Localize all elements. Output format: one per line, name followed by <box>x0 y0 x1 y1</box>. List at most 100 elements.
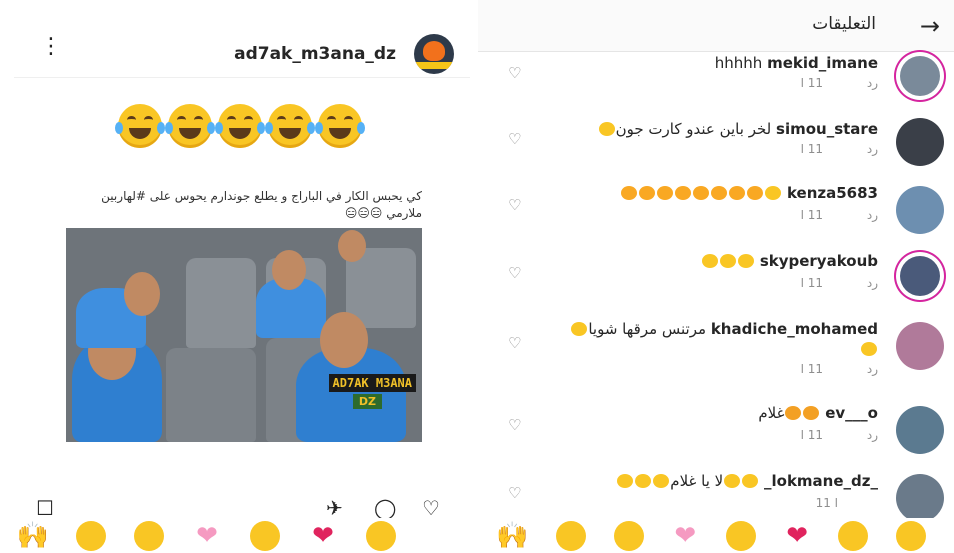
comment-like-heart-icon[interactable]: ♡ <box>508 484 521 502</box>
post-username[interactable]: ad7ak_m3ana_dz <box>234 44 396 64</box>
comment-like-heart-icon[interactable]: ♡ <box>508 416 521 434</box>
comment-like-heart-icon[interactable]: ♡ <box>508 196 521 214</box>
comment-item: ♡ skyperyakoub رد 11 ا <box>478 250 954 310</box>
commenter-avatar[interactable] <box>896 52 944 100</box>
comment-meta: رد 11 ا <box>761 142 878 156</box>
sparkling-heart-icon[interactable]: ❤ <box>672 519 698 553</box>
grin-icon[interactable] <box>896 519 926 553</box>
watermark-label: AD7AK M3ANA <box>328 374 416 392</box>
unamused-icon[interactable] <box>614 519 645 553</box>
tongue-emoji-icon <box>621 186 638 200</box>
commenter-avatar[interactable] <box>896 186 944 234</box>
commenter-avatar[interactable] <box>896 406 944 454</box>
grin-emoji-icon <box>861 342 877 356</box>
post-panel: ⋮ ad7ak_m3ana_dz كي يحبس الكار في البارا… <box>0 0 476 553</box>
bookmark-icon[interactable]: ☐ <box>36 498 54 518</box>
grin-emoji-icon <box>720 254 737 268</box>
grin-emoji-icon <box>724 474 741 488</box>
comment-text: مرتنس مرقها شويا khadiche_mohamed <box>570 320 878 338</box>
comment-item: ♡ مرتنس مرقها شويا khadiche_mohamed رد 1… <box>478 318 954 388</box>
grin-emoji-icon <box>617 474 634 488</box>
seat-shape <box>186 258 256 348</box>
reply-link[interactable]: رد <box>867 428 878 442</box>
comment-username[interactable]: _lokmane_dz_ <box>764 472 878 490</box>
commenter-avatar[interactable] <box>896 474 944 522</box>
comment-time: 11 ا <box>800 208 824 222</box>
arrow-right-icon[interactable]: → <box>920 12 940 40</box>
like-heart-icon[interactable]: ♡ <box>422 498 440 518</box>
comment-like-heart-icon[interactable]: ♡ <box>508 334 521 352</box>
comment-body: لخر باين عندو كارت جون <box>615 120 772 138</box>
seat-shape <box>166 348 256 442</box>
comment-meta: رد 11 ا <box>761 428 878 442</box>
comment-item: ♡ لخر باين عندو كارت جون simou_stare رد … <box>478 118 954 178</box>
raised-hands-icon[interactable]: 🙌 <box>496 519 528 553</box>
reply-link[interactable]: رد <box>867 76 878 90</box>
raised-hands-icon[interactable]: 🙌 <box>16 519 50 553</box>
comment-time: 11 ا <box>800 276 824 290</box>
comment-username[interactable]: simou_stare <box>776 120 878 138</box>
tongue-emoji-icon <box>675 186 692 200</box>
red-heart-icon[interactable]: ❤ <box>784 519 810 553</box>
joy-emoji-icon <box>215 104 265 148</box>
commenter-avatar[interactable] <box>896 322 944 370</box>
meme-photo[interactable]: AD7AK M3ANA DZ <box>66 228 422 442</box>
quick-emoji-bar: 🙌 ❤ ❤ <box>496 518 954 553</box>
comment-username[interactable]: kenza5683 <box>787 184 878 202</box>
kiss-icon[interactable] <box>726 519 757 553</box>
kiss-icon[interactable] <box>248 519 282 553</box>
comment-username[interactable]: ev___o <box>825 404 878 422</box>
comments-header: التعليقات → <box>478 0 954 52</box>
quick-emoji-bar: 🙌 ❤ ❤ <box>16 518 476 553</box>
screenshot-root: ⋮ ad7ak_m3ana_dz كي يحبس الكار في البارا… <box>0 0 954 553</box>
comment-icon[interactable]: ◯ <box>374 498 396 518</box>
comment-username[interactable]: khadiche_mohamed <box>711 320 878 338</box>
sparkling-heart-icon[interactable]: ❤ <box>190 519 224 553</box>
comment-time: 11 ا <box>800 76 824 90</box>
comment-like-heart-icon[interactable]: ♡ <box>508 264 521 282</box>
comment-username[interactable]: skyperyakoub <box>760 252 878 270</box>
comment-body: مرتنس مرقها شويا <box>588 320 707 338</box>
grin-emoji-icon <box>742 474 759 488</box>
cat-emoji-icon <box>785 406 802 420</box>
comment-time: 11 ا <box>800 362 824 376</box>
slight-smile-icon[interactable] <box>74 519 108 553</box>
joy-emoji-icon <box>165 104 215 148</box>
grin-emoji-icon <box>702 254 719 268</box>
comment-text: hhhhh mekid_imane <box>715 54 878 72</box>
comment-text: skyperyakoub <box>701 252 878 270</box>
heart-eyes-icon[interactable] <box>364 519 398 553</box>
comment-body: لا يا غلام <box>670 472 724 490</box>
comment-item: ♡ غلام ev___o رد 11 ا <box>478 402 954 462</box>
comment-item: ♡ لا يا غلام _lokmane_dz_ 11 ا <box>478 470 954 522</box>
comment-meta: رد 11 ا <box>761 76 878 90</box>
grin-emoji-icon <box>653 474 670 488</box>
comment-time: 11 ا <box>800 428 824 442</box>
comment-text: غلام ev___o <box>758 404 878 422</box>
joy-emoji-icon <box>598 122 615 136</box>
reply-link[interactable]: رد <box>867 142 878 156</box>
comment-like-heart-icon[interactable]: ♡ <box>508 64 521 82</box>
post-action-bar: ☐ ✈ ◯ ♡ <box>0 498 476 518</box>
comment-meta: رد 11 ا <box>761 208 878 222</box>
player-head <box>320 312 368 368</box>
reply-link[interactable]: رد <box>867 276 878 290</box>
reply-link[interactable]: رد <box>867 208 878 222</box>
heart-eyes-icon[interactable] <box>838 519 868 553</box>
comment-text: kenza5683 <box>620 184 878 202</box>
more-options-icon[interactable]: ⋮ <box>40 36 62 58</box>
tongue-emoji-icon <box>711 186 728 200</box>
reply-link[interactable]: رد <box>867 362 878 376</box>
red-heart-icon[interactable]: ❤ <box>306 519 340 553</box>
commenter-avatar[interactable] <box>896 118 944 166</box>
comment-time: 11 ا <box>815 496 838 510</box>
share-icon[interactable]: ✈ <box>326 498 343 518</box>
comment-like-heart-icon[interactable]: ♡ <box>508 130 521 148</box>
commenter-avatar[interactable] <box>896 252 944 300</box>
player-head <box>124 272 160 316</box>
post-avatar[interactable] <box>414 34 454 74</box>
comment-username[interactable]: mekid_imane <box>767 54 878 72</box>
unamused-icon[interactable] <box>132 519 166 553</box>
slight-smile-icon[interactable] <box>556 519 587 553</box>
comment-text: لخر باين عندو كارت جون simou_stare <box>598 120 878 138</box>
